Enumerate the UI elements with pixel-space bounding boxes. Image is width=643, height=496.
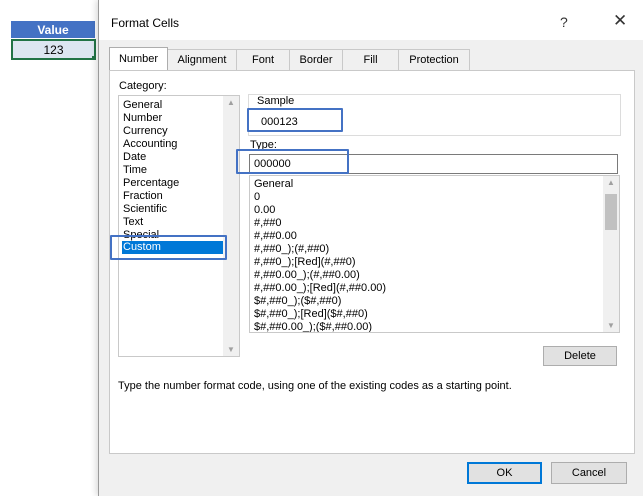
- sample-value: 000123: [261, 116, 298, 128]
- category-scrollbar[interactable]: ▲ ▼: [223, 96, 239, 356]
- format-item[interactable]: #,##0_);[Red](#,##0): [254, 256, 356, 269]
- sample-label: Sample: [254, 95, 298, 107]
- ok-button[interactable]: OK: [467, 462, 542, 484]
- format-item[interactable]: 0.00: [254, 204, 275, 217]
- category-item-date[interactable]: Date: [123, 151, 146, 164]
- category-item-percentage[interactable]: Percentage: [123, 177, 179, 190]
- close-icon[interactable]: ✕: [613, 11, 627, 31]
- scroll-thumb[interactable]: [605, 194, 617, 230]
- tab-fill[interactable]: Fill: [342, 49, 399, 70]
- format-item[interactable]: $#,##0_);($#,##0): [254, 295, 341, 308]
- type-hint-text: Type the number format code, using one o…: [118, 380, 512, 392]
- scroll-up-icon[interactable]: ▲: [223, 98, 239, 107]
- fill-handle[interactable]: [92, 56, 96, 60]
- scroll-down-icon[interactable]: ▼: [603, 321, 619, 330]
- delete-button[interactable]: Delete: [543, 346, 617, 366]
- category-item-scientific[interactable]: Scientific: [123, 203, 167, 216]
- category-item-fraction[interactable]: Fraction: [123, 190, 163, 203]
- format-item[interactable]: $#,##0.00_);($#,##0.00): [254, 321, 372, 332]
- type-input[interactable]: [249, 154, 618, 174]
- category-item-accounting[interactable]: Accounting: [123, 138, 177, 151]
- format-item[interactable]: #,##0.00: [254, 230, 297, 243]
- title-bar: Format Cells ? ✕: [99, 0, 643, 40]
- scroll-down-icon[interactable]: ▼: [223, 345, 239, 354]
- format-item[interactable]: #,##0.00_);[Red](#,##0.00): [254, 282, 386, 295]
- format-item[interactable]: #,##0: [254, 217, 282, 230]
- format-item[interactable]: #,##0_);(#,##0): [254, 243, 329, 256]
- selected-cell[interactable]: 123: [11, 39, 96, 60]
- number-tab-panel: Category: General Number Currency Accoun…: [109, 70, 635, 454]
- format-item[interactable]: 0: [254, 191, 260, 204]
- category-item-text[interactable]: Text: [123, 216, 143, 229]
- category-item-currency[interactable]: Currency: [123, 125, 168, 138]
- category-item-custom[interactable]: Custom: [122, 241, 223, 254]
- help-button[interactable]: ?: [560, 14, 568, 30]
- tab-border[interactable]: Border: [289, 49, 343, 70]
- tab-font[interactable]: Font: [236, 49, 290, 70]
- type-label: Type:: [250, 139, 277, 151]
- format-cells-dialog: Format Cells ? ✕ Number Alignment Font B…: [98, 0, 643, 496]
- cancel-button[interactable]: Cancel: [551, 462, 627, 484]
- tab-strip: Number Alignment Font Border Fill Protec…: [109, 47, 470, 70]
- category-item-number[interactable]: Number: [123, 112, 162, 125]
- tab-protection[interactable]: Protection: [398, 49, 470, 70]
- format-item[interactable]: $#,##0_);[Red]($#,##0): [254, 308, 368, 321]
- tab-number[interactable]: Number: [109, 47, 168, 70]
- category-item-time[interactable]: Time: [123, 164, 147, 177]
- category-list[interactable]: General Number Currency Accounting Date …: [118, 95, 240, 357]
- sample-group: [248, 94, 621, 136]
- tab-alignment[interactable]: Alignment: [167, 49, 237, 70]
- format-list-scrollbar[interactable]: ▲ ▼: [603, 176, 619, 332]
- scroll-up-icon[interactable]: ▲: [603, 178, 619, 187]
- format-item[interactable]: #,##0.00_);(#,##0.00): [254, 269, 360, 282]
- format-code-list[interactable]: General 0 0.00 #,##0 #,##0.00 #,##0_);(#…: [249, 175, 620, 333]
- category-item-general[interactable]: General: [123, 99, 162, 112]
- category-label: Category:: [119, 80, 167, 92]
- column-header: Value: [11, 21, 95, 38]
- dialog-title: Format Cells: [111, 16, 180, 30]
- format-item[interactable]: General: [254, 178, 293, 191]
- delete-button-label: Delete: [564, 350, 596, 362]
